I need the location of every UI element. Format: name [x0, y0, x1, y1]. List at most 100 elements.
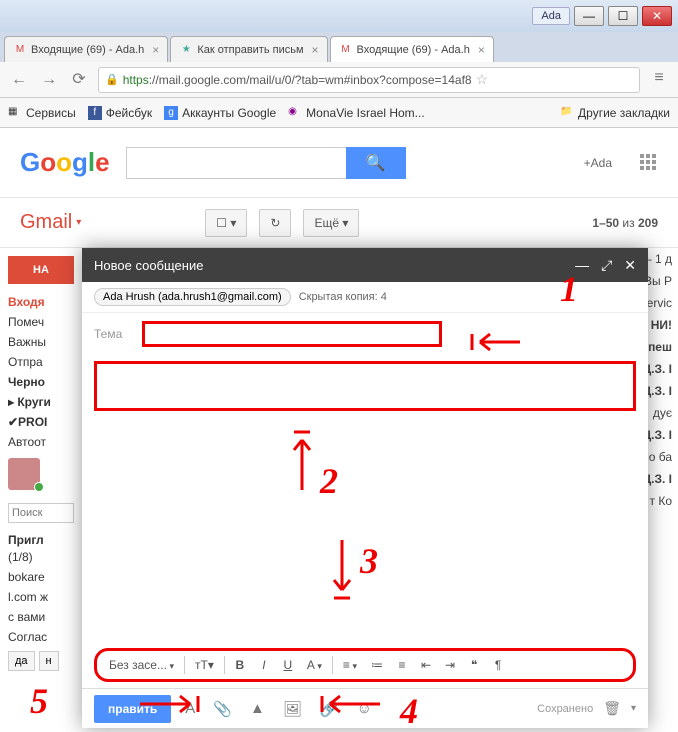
message-body[interactable]: [94, 361, 636, 411]
gmail-icon: M: [339, 43, 353, 57]
window-user[interactable]: Ada: [532, 7, 570, 25]
select-button[interactable]: ☐ ▾: [205, 209, 247, 237]
window-maximize-button[interactable]: ☐: [608, 6, 638, 26]
quote-button[interactable]: ❝: [465, 656, 483, 674]
annotation-arrow-2: [290, 430, 314, 490]
bookmark-facebook[interactable]: f Фейсбук: [88, 106, 152, 120]
discard-icon[interactable]: 🗑: [603, 700, 621, 717]
sidebar-item-inbox[interactable]: Входя: [8, 292, 74, 312]
google-search: 🔍: [126, 147, 406, 179]
outdent-button[interactable]: ⇤: [417, 656, 435, 674]
compose-header[interactable]: Новое сообщение — ⤢ ✕: [82, 248, 648, 282]
more-button[interactable]: Ещё ▾: [303, 209, 359, 237]
indent-button[interactable]: ⇥: [441, 656, 459, 674]
bcc-label[interactable]: Скрытая копия: 4: [299, 291, 387, 303]
annotation-arrow-1: [470, 330, 520, 354]
url-input[interactable]: 🔒 https ://mail.google.com/mail/u/0/?tab…: [98, 67, 640, 93]
invite-yes-button[interactable]: да: [8, 651, 35, 671]
sidebar-item-starred[interactable]: Помеч: [8, 312, 74, 332]
annotation-arrow-3: [330, 540, 354, 600]
recipient-chip[interactable]: Ada Hrush (ada.hrush1@gmail.com): [94, 288, 291, 306]
annotation-arrow-4: [320, 692, 380, 716]
sidebar-item-label[interactable]: ✔PROI: [8, 412, 74, 432]
close-icon[interactable]: ×: [152, 43, 159, 57]
user-avatar[interactable]: [8, 458, 40, 490]
folder-icon: 📁: [560, 106, 574, 120]
other-bookmarks[interactable]: 📁 Другие закладки: [560, 106, 670, 120]
chat-search-input[interactable]: [8, 503, 74, 523]
saved-status: Сохранено: [537, 703, 593, 715]
compose-minimize-button[interactable]: —: [575, 257, 589, 274]
text-color-button[interactable]: A: [303, 656, 326, 674]
underline-button[interactable]: U: [279, 656, 297, 674]
bookmark-star-icon[interactable]: ☆: [476, 71, 489, 88]
search-button[interactable]: 🔍: [346, 147, 406, 179]
italic-button[interactable]: I: [255, 656, 273, 674]
window-close-button[interactable]: ✕: [642, 6, 672, 26]
browser-tab-2[interactable]: M Входящие (69) - Ada.h ×: [330, 36, 494, 62]
sidebar-item-drafts[interactable]: Черно: [8, 372, 74, 392]
search-input[interactable]: [126, 147, 346, 179]
bookmark-label: MonaVie Israel Hom...: [306, 106, 425, 120]
google-plus-link[interactable]: +Ada: [584, 156, 612, 170]
browser-tabstrip: M Входящие (69) - Ada.h × ★ Как отправит…: [0, 32, 678, 62]
bookmark-label: Фейсбук: [106, 106, 152, 120]
formatting-toolbar: Без засе... тT▾ B I U A ≡ ≔ ≡ ⇤ ⇥ ❝ ¶: [94, 648, 636, 682]
sidebar-item-important[interactable]: Важны: [8, 332, 74, 352]
font-family-button[interactable]: Без засе...: [105, 656, 178, 674]
compose-title: Новое сообщение: [94, 258, 203, 273]
sidebar-item-auto[interactable]: Автоот: [8, 432, 74, 452]
window-titlebar: Ada — ☐ ✕: [0, 0, 678, 32]
facebook-icon: f: [88, 106, 102, 120]
more-options-icon[interactable]: ▾: [631, 703, 636, 714]
font-size-button[interactable]: тT▾: [191, 656, 218, 674]
window-minimize-button[interactable]: —: [574, 6, 604, 26]
subject-label: Тема: [94, 327, 122, 341]
insert-photo-icon[interactable]: 🖼: [279, 698, 306, 720]
browser-tab-0[interactable]: M Входящие (69) - Ada.h ×: [4, 36, 168, 62]
compose-close-button[interactable]: ✕: [624, 257, 636, 274]
compose-button[interactable]: НА: [8, 256, 74, 284]
invite-text: с вами: [8, 607, 74, 627]
rtl-button[interactable]: ¶: [489, 656, 507, 674]
google-logo[interactable]: Google: [20, 147, 110, 178]
bookmarks-bar: ▦Сервисы f Фейсбук gАккаунты Google ◉Mona…: [0, 98, 678, 128]
chevron-down-icon: ▾: [76, 217, 81, 228]
search-icon: 🔍: [366, 153, 386, 173]
invite-no-button[interactable]: н: [39, 651, 59, 671]
recipients-row[interactable]: Ada Hrush (ada.hrush1@gmail.com) Скрытая…: [82, 282, 648, 313]
message-count: 1–50 из 209: [592, 216, 658, 230]
bulleted-list-button[interactable]: ≡: [393, 656, 411, 674]
bookmark-monavie[interactable]: ◉MonaVie Israel Hom...: [288, 106, 425, 120]
browser-tab-1[interactable]: ★ Как отправить письм ×: [170, 36, 327, 62]
refresh-button[interactable]: ↻: [259, 209, 291, 237]
reload-button[interactable]: ⟳: [68, 69, 90, 91]
sidebar-item-sent[interactable]: Отпра: [8, 352, 74, 372]
apps-grid-icon[interactable]: [640, 154, 658, 172]
attach-icon[interactable]: 📎: [209, 698, 236, 720]
browser-menu-button[interactable]: ≡: [648, 69, 670, 91]
close-icon[interactable]: ×: [478, 43, 485, 57]
url-scheme: https: [123, 73, 149, 87]
subject-input[interactable]: [142, 321, 442, 347]
drive-icon[interactable]: ▲: [246, 698, 269, 719]
back-button[interactable]: ←: [8, 69, 30, 91]
apps-shortcut[interactable]: ▦Сервисы: [8, 106, 76, 120]
close-icon[interactable]: ×: [312, 43, 319, 57]
invite-text: l.com ж: [8, 587, 74, 607]
annotation-arrow-5: [140, 692, 200, 716]
gmail-label[interactable]: Gmail▾: [20, 211, 81, 234]
bookmark-google-accounts[interactable]: gАккаунты Google: [164, 106, 276, 120]
browser-urlbar: ← → ⟳ 🔒 https ://mail.google.com/mail/u/…: [0, 62, 678, 98]
other-bookmarks-label: Другие закладки: [578, 106, 670, 120]
url-rest: ://mail.google.com/mail/u/0/?tab=wm#inbo…: [149, 73, 472, 87]
sidebar-item-circles[interactable]: ▸ Круги: [8, 392, 74, 412]
align-button[interactable]: ≡: [339, 656, 361, 674]
compose-popout-button[interactable]: ⤢: [601, 257, 612, 274]
bold-button[interactable]: B: [231, 656, 249, 674]
forward-button[interactable]: →: [38, 69, 60, 91]
star-icon: ★: [179, 43, 193, 57]
invite-count: (1/8): [8, 547, 74, 567]
numbered-list-button[interactable]: ≔: [367, 656, 387, 674]
subject-row: Тема: [82, 313, 648, 355]
